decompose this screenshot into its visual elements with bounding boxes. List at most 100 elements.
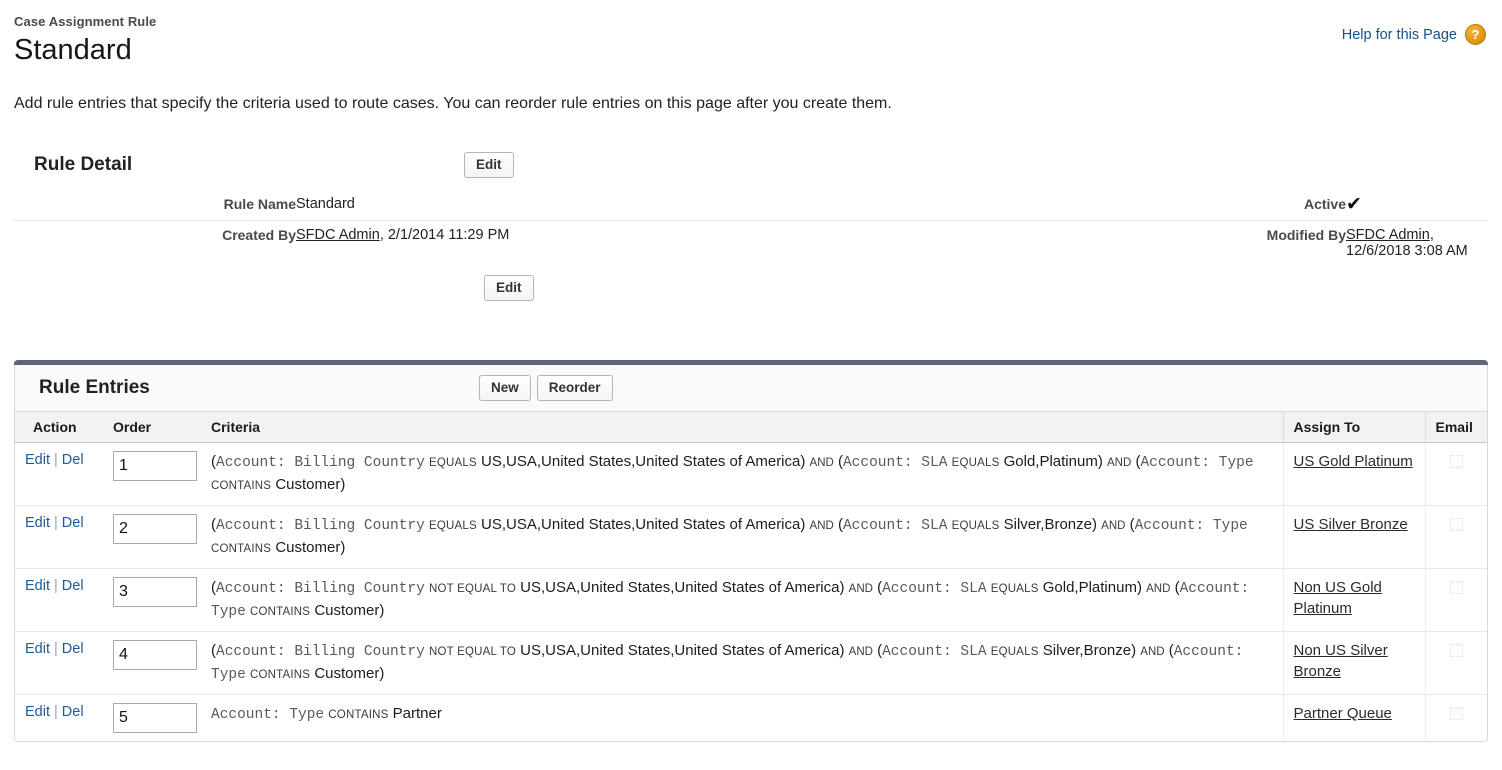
cell-criteria: (Account: Billing Country NOT EQUAL TO U… [201,631,1283,695]
action-separator: | [54,641,58,657]
email-checkbox[interactable] [1449,518,1463,531]
cell-action: Edit | Del [15,631,103,695]
order-input[interactable] [113,451,197,481]
delete-link[interactable]: Del [62,515,84,531]
criteria-fld: Account: SLA [842,518,948,534]
question-mark-icon[interactable]: ? [1465,24,1486,45]
help-link[interactable]: Help for this Page [1342,27,1457,43]
table-row: Edit|Del (Account: Billing Country NOT EQ… [15,568,1487,632]
email-checkbox[interactable] [1449,455,1463,468]
criteria-v: Gold,Platinum) [1003,453,1103,470]
criteria-v: US,USA,United States,United States of Am… [520,642,845,659]
criteria-fld: Account: Type [1134,518,1248,534]
assign-to-link[interactable]: Partner Queue [1294,705,1392,722]
order-input[interactable] [113,640,197,670]
cell-criteria: (Account: Billing Country NOT EQUAL TO U… [201,568,1283,632]
page-root: Case Assignment Rule Standard Help for t… [0,0,1502,770]
column-header-email: Email [1424,411,1487,443]
email-checkbox[interactable] [1449,644,1463,657]
criteria-fld: Account: Billing Country [216,644,425,660]
rule-detail-row-audit: Created By SFDC Admin, 2/1/2014 11:29 PM… [14,220,1488,265]
rule-detail-footer: Edit [14,275,1488,301]
table-body: Edit|Del(Account: Billing Country EQUALS… [15,442,1487,742]
help-for-this-page[interactable]: Help for this Page ? [1342,24,1486,45]
table-header: Action Order Criteria Assign To Email [15,411,1487,443]
criteria-conj: AND [1146,583,1171,595]
criteria-op: CONTAINS [211,480,272,492]
delete-link[interactable]: Del [62,641,84,657]
criteria-fld: Account: Billing Country [216,581,425,597]
edit-link[interactable]: Edit [25,578,50,594]
column-header-order: Order [103,411,201,443]
cell-criteria: (Account: Billing Country EQUALS US,USA,… [201,505,1283,569]
criteria-conj: AND [848,646,873,658]
order-input[interactable] [113,577,197,607]
assign-to-link[interactable]: Non US Silver Bronze [1294,642,1388,680]
cell-order [103,505,201,569]
cell-assign-to: Non US Gold Platinum [1282,568,1425,632]
cell-action: Edit | Del [15,568,103,632]
edit-link[interactable]: Edit [25,452,50,468]
delete-link[interactable]: Del [62,452,84,468]
criteria-fld: Account: Type [1140,455,1254,471]
criteria-op: EQUALS [990,646,1039,658]
email-checkbox[interactable] [1449,707,1463,720]
edit-button-bottom[interactable]: Edit [484,275,534,301]
intro-text: Add rule entries that specify the criter… [14,95,892,112]
cell-email [1424,505,1487,569]
criteria-op: EQUALS [951,520,1000,532]
edit-link[interactable]: Edit [25,704,50,720]
cell-order [103,695,201,742]
cell-assign-to: Non US Silver Bronze [1282,631,1425,695]
criteria-conj: AND [1107,457,1132,469]
order-input[interactable] [113,514,197,544]
rule-entries-table: Action Order Criteria Assign To Email Ed… [15,411,1487,741]
assign-to-link[interactable]: US Gold Platinum [1294,453,1413,470]
criteria-v: US,USA,United States,United States of Am… [481,453,806,470]
criteria-v: Customer) [314,602,385,619]
cell-order [103,442,201,506]
criteria-conj: AND [1101,520,1126,532]
criteria-fld: Account: SLA [882,581,987,597]
rule-name-label: Rule Name [223,196,296,212]
criteria-conj: AND [1140,646,1165,658]
criteria-text: (Account: Billing Country NOT EQUAL TO U… [211,577,1273,623]
reorder-button[interactable]: Reorder [536,375,613,401]
delete-link[interactable]: Del [62,704,84,720]
criteria-conj: AND [848,583,873,595]
criteria-v: Partner [392,705,442,722]
edit-link[interactable]: Edit [25,641,50,657]
criteria-op: CONTAINS [249,606,311,618]
modified-by-user-link[interactable]: SFDC Admin [1346,227,1430,243]
created-by-value: SFDC Admin, 2/1/2014 11:29 PM [296,220,896,265]
created-by-user-link[interactable]: SFDC Admin [296,227,380,243]
delete-link[interactable]: Del [62,578,84,594]
email-checkbox[interactable] [1449,581,1463,594]
rule-entries-header: Rule Entries New Reorder [15,365,1487,411]
table-row: Edit|Del (Account: Billing Country NOT EQ… [15,631,1487,695]
criteria-v: Customer) [275,476,346,493]
table-row: Edit|Del (Account: Billing Country EQUALS… [15,442,1487,506]
edit-button-top[interactable]: Edit [464,152,514,178]
rule-entries-panel: Rule Entries New Reorder Action Order Cr… [14,365,1488,742]
rule-detail-table: Rule Name Standard Active ✔ Created By S… [14,190,1488,265]
criteria-v: Customer) [275,539,346,556]
cell-assign-to: US Gold Platinum [1282,442,1425,506]
cell-email [1424,631,1487,695]
criteria-fld: Account: Billing Country [216,455,425,471]
rule-detail-row-name: Rule Name Standard Active ✔ [14,190,1488,221]
assign-to-link[interactable]: Non US Gold Platinum [1294,579,1382,617]
page-title: Standard [14,34,132,66]
criteria-text: (Account: Billing Country EQUALS US,USA,… [211,451,1273,497]
new-button[interactable]: New [479,375,531,401]
rule-name-value: Standard [296,196,355,212]
order-input[interactable] [113,703,197,733]
edit-link[interactable]: Edit [25,515,50,531]
criteria-v: Silver,Bronze) [1042,642,1137,659]
rule-detail-title: Rule Detail [34,154,133,175]
criteria-op: CONTAINS [211,543,272,555]
breadcrumb: Case Assignment Rule [14,14,157,29]
cell-order [103,568,201,632]
criteria-op: CONTAINS [328,709,389,721]
assign-to-link[interactable]: US Silver Bronze [1294,516,1408,533]
